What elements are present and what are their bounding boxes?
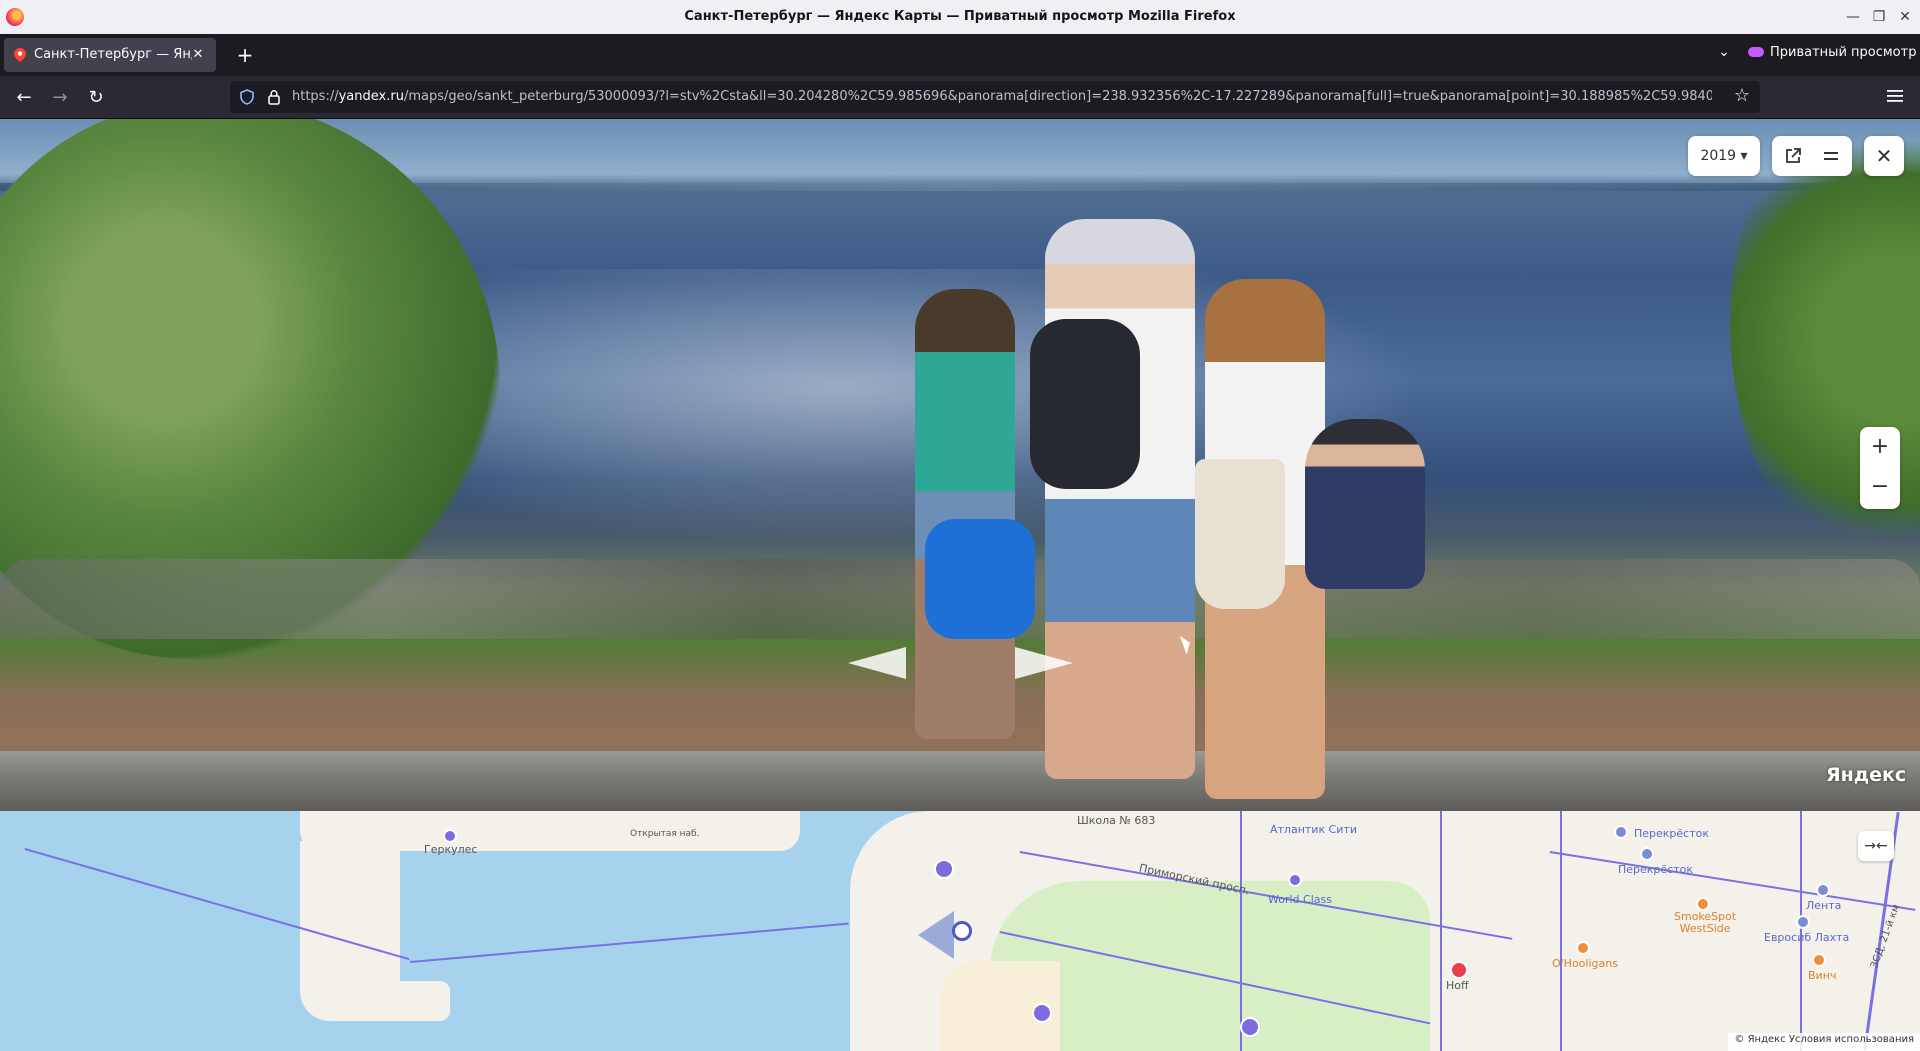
person-walking-1: [915, 289, 1015, 739]
private-mask-icon: [1748, 46, 1764, 57]
list-all-tabs-icon[interactable]: ⌄: [1712, 44, 1736, 66]
map-label-lenta[interactable]: Лента: [1806, 899, 1841, 912]
window-close-icon[interactable]: ✕: [1894, 6, 1916, 28]
tab-close-icon[interactable]: ✕: [188, 45, 208, 65]
road-vertical-1: [1240, 811, 1242, 1051]
view-direction-cone: [918, 911, 954, 959]
route-line-2: [410, 922, 849, 963]
panorama-close-button[interactable]: ✕: [1864, 136, 1904, 176]
lenta-pin-icon[interactable]: [1816, 883, 1830, 897]
panorama-year-select[interactable]: 2019 ▾: [1688, 136, 1760, 176]
street-panorama-view[interactable]: 2019 ▾ ✕ + − Яндекс: [0, 119, 1920, 811]
reload-button[interactable]: ↻: [82, 84, 110, 112]
tab-strip: Санкт-Петербург — Яндекс Карты ✕ + ⌄ При…: [0, 34, 1920, 76]
world-class-pin-icon[interactable]: [1288, 873, 1302, 887]
person-walking-2: [1045, 219, 1195, 779]
landmark-pin-3-icon[interactable]: [1240, 1017, 1260, 1037]
perekrestok-2-pin-icon[interactable]: [1640, 847, 1654, 861]
window-titlebar: Санкт-Петербург — Яндекс Карты — Приватн…: [0, 0, 1920, 35]
yandex-logo: Яндекс: [1826, 764, 1907, 786]
private-browsing-indicator: Приватный просмотр: [1748, 45, 1916, 65]
map-label-perekrestok-2[interactable]: Перекрёсток: [1618, 863, 1693, 876]
map-label-school[interactable]: Школа № 683: [1077, 814, 1155, 827]
map-label-vinch[interactable]: Винч: [1808, 969, 1836, 982]
panorama-menu-icon[interactable]: [1822, 147, 1840, 165]
url-domain: yandex.ru: [338, 89, 404, 104]
back-button[interactable]: ←: [10, 84, 38, 112]
map-copyright[interactable]: © Яндекс Условия использования: [1728, 1033, 1920, 1051]
restore-icon[interactable]: ❐: [1868, 6, 1890, 28]
evrosib-pin-icon[interactable]: [1796, 915, 1810, 929]
landmark-pin-2-icon[interactable]: [1032, 1003, 1052, 1023]
url-prefix: https://: [292, 89, 339, 104]
panorama-zoom-controls: + −: [1860, 427, 1900, 509]
forward-button[interactable]: →: [46, 84, 74, 112]
landmark-pin-1-icon[interactable]: [934, 859, 954, 879]
mini-map[interactable]: Геркулес Открытая наб. Школа № 683 Атлан…: [0, 811, 1920, 1051]
map-label-herkules[interactable]: Геркулес: [424, 843, 477, 856]
road-vertical-2: [1440, 811, 1442, 1051]
map-label-perekrestok-1[interactable]: Перекрёсток: [1634, 827, 1709, 840]
backpack: [1030, 319, 1140, 489]
panorama-position-marker[interactable]: [952, 921, 972, 941]
tracking-shield-icon[interactable]: [240, 89, 254, 105]
bookmark-star-icon[interactable]: ☆: [1734, 85, 1750, 106]
curb-stone: [0, 751, 1920, 811]
smokespot-pin-icon[interactable]: [1696, 897, 1710, 911]
map-label-smokespot[interactable]: SmokeSpot WestSide: [1674, 911, 1736, 935]
private-label: Приватный просмотр: [1770, 45, 1917, 60]
land-pier-end: [330, 981, 450, 1021]
tote-bag: [1195, 459, 1285, 609]
map-label-world-class[interactable]: World Class: [1268, 893, 1332, 906]
map-label-atlantic[interactable]: Атлантик Сити: [1270, 823, 1357, 836]
pano-move-left-arrow-icon[interactable]: [848, 647, 906, 679]
minimize-icon[interactable]: —: [1842, 6, 1864, 28]
url-text[interactable]: https://yandex.ru/maps/geo/sankt_peterbu…: [292, 89, 1712, 104]
tab-label: Санкт-Петербург — Яндекс Карты: [34, 47, 192, 62]
perekrestok-1-pin-icon[interactable]: [1614, 825, 1628, 839]
map-label-hoff[interactable]: Hoff: [1446, 979, 1469, 992]
url-bar[interactable]: https://yandex.ru/maps/geo/sankt_peterbu…: [230, 81, 1760, 113]
zoom-in-button[interactable]: +: [1860, 427, 1900, 467]
url-path: /maps/geo/sankt_peterburg/53000093/?l=st…: [403, 89, 1712, 104]
panorama-tools-group: [1772, 136, 1852, 176]
tab-yandex-maps[interactable]: Санкт-Петербург — Яндекс Карты ✕: [4, 38, 216, 72]
map-expand-button[interactable]: →←: [1858, 831, 1894, 861]
vinch-pin-icon[interactable]: [1812, 953, 1826, 967]
window-title: Санкт-Петербург — Яндекс Карты — Приватн…: [684, 9, 1236, 24]
new-tab-button[interactable]: +: [232, 42, 258, 68]
pano-move-right-arrow-icon[interactable]: [1015, 647, 1073, 679]
blue-bag: [925, 519, 1035, 639]
lock-icon[interactable]: [268, 89, 280, 105]
herkules-pin-icon[interactable]: [443, 829, 457, 843]
road-vertical-3: [1560, 811, 1562, 1051]
app-menu-icon[interactable]: [1884, 86, 1906, 106]
hoff-pin-icon[interactable]: [1450, 961, 1468, 979]
ohooligans-pin-icon[interactable]: [1576, 941, 1590, 955]
yandex-maps-pin-icon: [14, 48, 26, 62]
navigation-toolbar: ← → ↻ https://yandex.ru/maps/geo/sankt_p…: [0, 76, 1920, 119]
zoom-out-button[interactable]: −: [1860, 467, 1900, 507]
person-sitting: [1305, 419, 1425, 589]
map-label-otkrytaya: Открытая наб.: [630, 829, 700, 839]
share-external-icon[interactable]: [1784, 147, 1802, 165]
map-label-evrosib[interactable]: Евросиб Лахта: [1764, 931, 1849, 944]
map-label-ohooligans[interactable]: O'Hooligans: [1552, 957, 1618, 970]
